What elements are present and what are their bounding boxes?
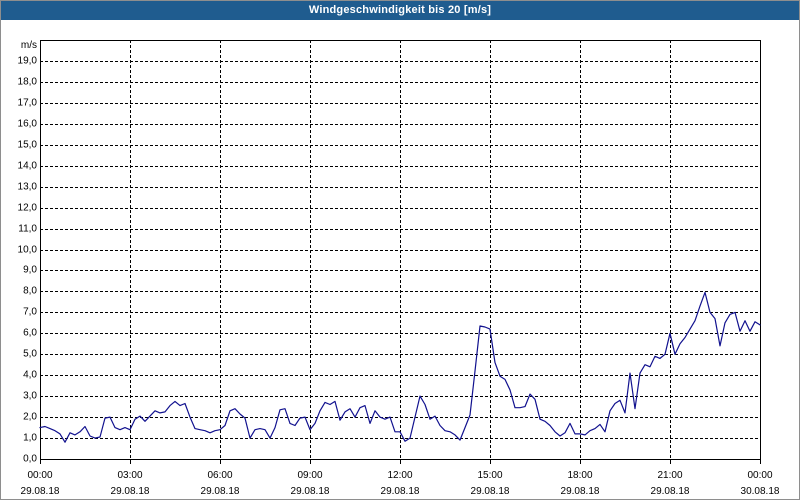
y-tick-label: 9,0: [23, 265, 37, 276]
y-tick-label: 7,0: [23, 307, 37, 318]
y-tick-label: 2,0: [23, 412, 37, 423]
x-tick-date-label: 29.08.18: [381, 486, 420, 497]
x-tick-time-label: 03:00: [117, 470, 142, 481]
x-tick-time-label: 18:00: [567, 470, 592, 481]
y-tick-label: 14,0: [18, 161, 38, 172]
y-tick-label: 11,0: [18, 224, 37, 235]
chart-title: Windgeschwindigkeit bis 20 [m/s]: [308, 4, 492, 16]
y-tick-label: 1,0: [23, 433, 37, 444]
chart-title-bar: Windgeschwindigkeit bis 20 [m/s]: [0, 0, 800, 20]
y-tick-label: 18,0: [18, 77, 38, 88]
x-tick-time-label: 00:00: [27, 470, 52, 481]
x-tick-date-label: 29.08.18: [111, 486, 150, 497]
x-tick-date-label: 29.08.18: [21, 486, 60, 497]
y-tick-label: 10,0: [18, 245, 38, 256]
x-tick-time-label: 12:00: [387, 470, 412, 481]
y-tick-label: 6,0: [23, 328, 37, 339]
y-tick-label: 15,0: [18, 140, 38, 151]
y-tick-label: 5,0: [23, 349, 37, 360]
x-tick-time-label: 06:00: [207, 470, 232, 481]
x-tick-time-label: 00:00: [747, 470, 772, 481]
x-tick-time-label: 15:00: [477, 470, 502, 481]
y-tick-label: 17,0: [18, 98, 38, 109]
x-tick-date-label: 29.08.18: [291, 486, 330, 497]
y-tick-label: 12,0: [18, 203, 38, 214]
x-tick-time-label: 09:00: [297, 470, 322, 481]
x-tick-date-label: 29.08.18: [651, 486, 690, 497]
x-tick-date-label: 29.08.18: [471, 486, 510, 497]
y-axis-unit-label: m/s: [21, 40, 37, 51]
x-tick-time-label: 21:00: [657, 470, 682, 481]
x-tick-date-label: 29.08.18: [561, 486, 600, 497]
y-tick-label: 0,0: [23, 454, 37, 465]
y-tick-label: 13,0: [18, 182, 38, 193]
chart-window: Windgeschwindigkeit bis 20 [m/s] 0,0 1,0 2…: [0, 0, 800, 500]
y-tick-label: 16,0: [18, 119, 38, 130]
x-tick-date-label: 30.08.18: [741, 486, 780, 497]
y-tick-label: 8,0: [23, 286, 37, 297]
y-tick-label: 4,0: [23, 370, 37, 381]
wind-speed-chart: 0,0 1,0 2,0 3,0 4,0 5,0 6,0 7,0 8,0 9,0 10,0 11,0 12…: [18, 40, 780, 497]
y-tick-label: 3,0: [23, 391, 37, 402]
y-tick-label: 19,0: [18, 56, 38, 67]
x-tick-date-label: 29.08.18: [201, 486, 240, 497]
